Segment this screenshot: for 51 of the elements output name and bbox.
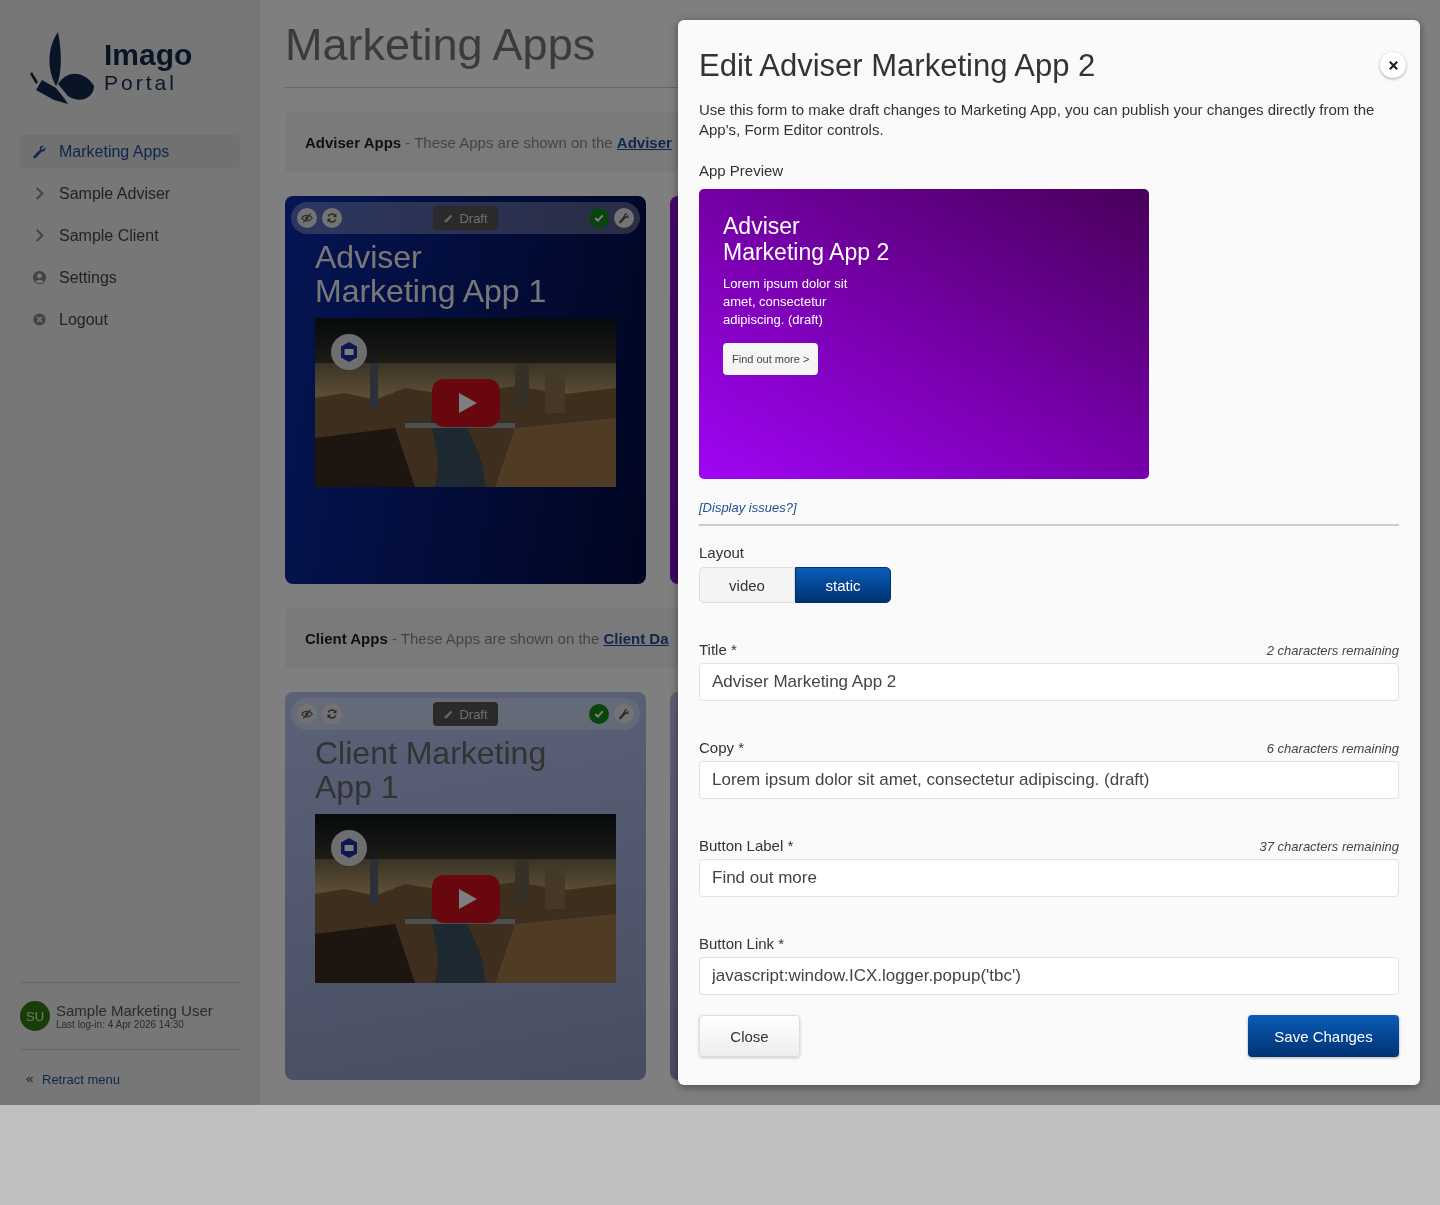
hide-icon[interactable] (297, 704, 317, 724)
close-circle-icon (32, 312, 47, 327)
close-button[interactable]: Close (699, 1015, 800, 1057)
preview-title: Adviser Marketing App 2 (723, 213, 891, 265)
user-name: Sample Marketing User (56, 1002, 213, 1019)
layout-option[interactable]: static (795, 567, 891, 603)
play-icon[interactable] (432, 379, 500, 427)
refresh-icon[interactable] (322, 208, 342, 228)
refresh-icon[interactable] (322, 704, 342, 724)
field-label: Title * (699, 641, 737, 658)
wrench-icon (32, 144, 47, 159)
pencil-icon (443, 708, 455, 720)
play-icon[interactable] (432, 875, 500, 923)
field-label: Copy * (699, 739, 745, 756)
nav-item[interactable]: Settings (20, 261, 240, 294)
input-field[interactable]: javascript:window.ICX.logger.popup('tbc') (699, 957, 1399, 995)
layout-option[interactable]: video (699, 567, 795, 603)
field-label: Button Label * (699, 837, 794, 854)
input-field[interactable]: Lorem ipsum dolor sit amet, consectetur adipiscing. (draft) (699, 761, 1399, 799)
logo-wordmark: Imago (104, 39, 193, 71)
nav-item[interactable]: Sample Client (20, 219, 240, 252)
field-label: Button Link * (699, 935, 785, 952)
preview-label: App Preview (699, 162, 785, 179)
close-icon[interactable] (1380, 52, 1406, 78)
display-issues-link[interactable]: [Display issues?] (699, 500, 1399, 515)
channel-logo-icon (331, 334, 367, 370)
layout-label: Layout (699, 544, 746, 561)
characters-remaining: 37 characters remaining (1259, 839, 1399, 854)
user-circle-icon (32, 270, 47, 285)
app-title: Adviser Marketing App 1 (315, 240, 548, 308)
preview-button[interactable]: Find out more > (723, 343, 819, 375)
dialog-description: Use this form to make draft changes to Marketing App, you can publish your changes directly from the App's, Form Editor controls. (699, 100, 1376, 140)
pencil-icon (443, 212, 455, 224)
double-chevron-left-icon (25, 1075, 34, 1084)
wrench-icon[interactable] (614, 208, 634, 228)
nav-item[interactable]: Sample Adviser (20, 177, 240, 210)
characters-remaining: 2 characters remaining (1266, 643, 1399, 658)
nav-item[interactable]: Logout (20, 303, 240, 336)
hide-icon[interactable] (297, 208, 317, 228)
last-login-text: Last log-in: 4 Apr 2026 14:30 (56, 1019, 185, 1030)
wrench-icon[interactable] (614, 704, 634, 724)
input-field[interactable]: Adviser Marketing App 2 (699, 663, 1399, 701)
app-title: Client Marketing App 1 (315, 736, 548, 804)
channel-logo-icon (331, 830, 367, 866)
preview-copy: Lorem ipsum dolor sit amet, consectetur adipiscing. (draft) (723, 275, 849, 329)
input-field[interactable]: Find out more (699, 859, 1399, 897)
logo-subtitle: Portal (104, 71, 178, 95)
save-changes-button[interactable]: Save Changes (1248, 1015, 1399, 1057)
dialog-title: Edit Adviser Marketing App 2 (699, 47, 1096, 85)
characters-remaining: 6 characters remaining (1266, 741, 1399, 756)
user-avatar: SU (20, 1001, 50, 1031)
